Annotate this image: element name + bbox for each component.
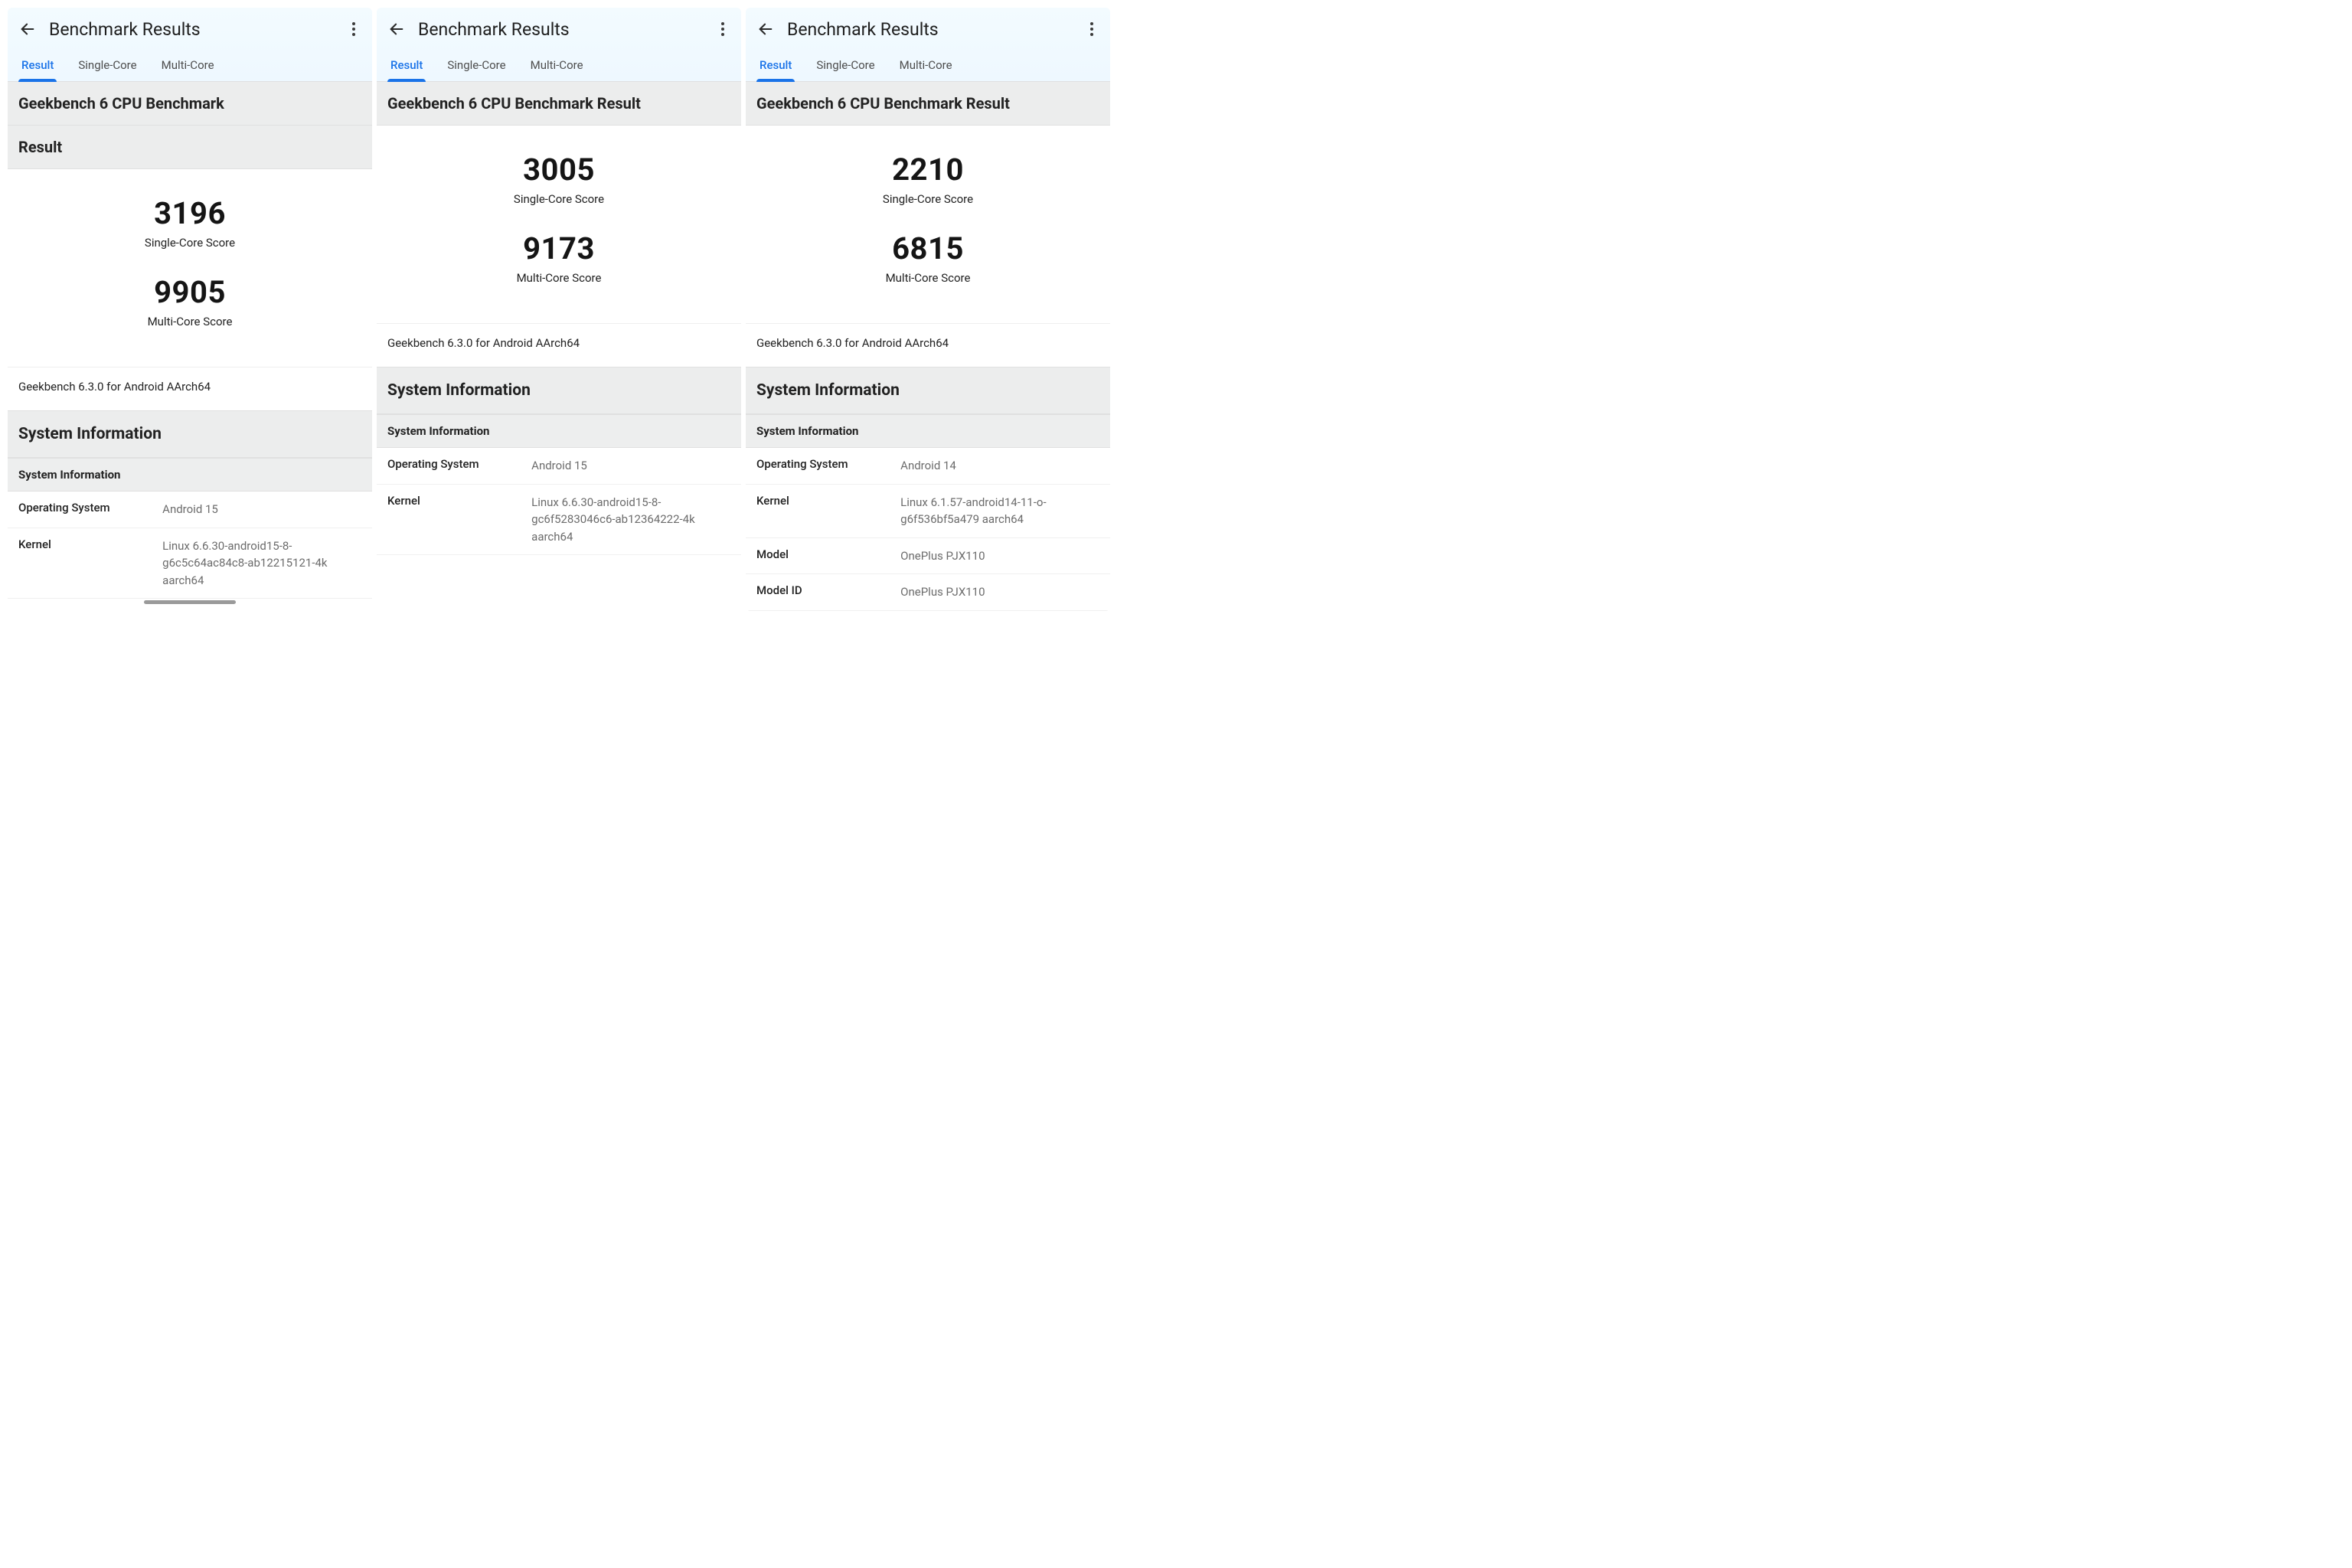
back-icon[interactable]	[17, 18, 38, 40]
kernel-label: Kernel	[387, 494, 531, 546]
system-info-subheading: System Information	[8, 458, 372, 492]
version-text: Geekbench 6.3.0 for Android AArch64	[8, 367, 372, 410]
page-title: Benchmark Results	[418, 19, 703, 40]
page-title: Benchmark Results	[49, 19, 334, 40]
kernel-value: Linux 6.6.30-android15-8-gc6f5283046c6-a…	[531, 494, 730, 546]
single-core-block: 2210 Single-Core Score	[746, 152, 1110, 206]
tab-multi-core[interactable]: Multi-Core	[897, 54, 956, 81]
kernel-label: Kernel	[18, 537, 162, 590]
tab-result[interactable]: Result	[756, 54, 795, 81]
tab-single-core[interactable]: Single-Core	[813, 54, 877, 81]
score-area: 3196 Single-Core Score 9905 Multi-Core S…	[8, 169, 372, 367]
benchmark-heading: Geekbench 6 CPU Benchmark Result	[377, 81, 741, 126]
model-id-label: Model ID	[756, 583, 900, 601]
system-info-heading: System Information	[8, 410, 372, 458]
os-value: Android 14	[900, 457, 1099, 475]
tab-result[interactable]: Result	[387, 54, 426, 81]
overflow-menu-icon[interactable]	[714, 20, 732, 38]
title-bar: Benchmark Results	[17, 18, 363, 54]
score-area: 3005 Single-Core Score 9173 Multi-Core S…	[377, 126, 741, 323]
kernel-label: Kernel	[756, 494, 900, 528]
single-core-label: Single-Core Score	[746, 192, 1110, 206]
single-core-value: 3196	[8, 195, 372, 231]
model-id-value: OnePlus PJX110	[900, 583, 1099, 601]
tabs: Result Single-Core Multi-Core	[755, 54, 1101, 81]
single-core-block: 3196 Single-Core Score	[8, 195, 372, 250]
benchmark-panel: Benchmark Results Result Single-Core Mul…	[8, 8, 372, 611]
table-row: Kernel Linux 6.6.30-android15-8-g6c5c64a…	[8, 528, 372, 599]
table-row: Operating System Android 15	[377, 448, 741, 485]
os-label: Operating System	[756, 457, 900, 475]
top-bar: Benchmark Results Result Single-Core Mul…	[746, 8, 1110, 81]
back-icon[interactable]	[755, 18, 776, 40]
multi-core-value: 9905	[8, 274, 372, 310]
system-info-heading: System Information	[746, 367, 1110, 414]
tab-multi-core[interactable]: Multi-Core	[528, 54, 586, 81]
tab-multi-core[interactable]: Multi-Core	[158, 54, 217, 81]
tabs: Result Single-Core Multi-Core	[386, 54, 732, 81]
os-label: Operating System	[18, 501, 162, 518]
table-row: Kernel Linux 6.1.57-android14-11-o-g6f53…	[746, 485, 1110, 538]
system-info-heading: System Information	[377, 367, 741, 414]
benchmark-heading: Geekbench 6 CPU Benchmark	[8, 81, 372, 126]
system-info-subheading: System Information	[746, 414, 1110, 448]
benchmark-panel: Benchmark Results Result Single-Core Mul…	[746, 8, 1110, 611]
title-bar: Benchmark Results	[386, 18, 732, 54]
multi-core-value: 9173	[377, 230, 741, 266]
table-row: Model ID OnePlus PJX110	[746, 574, 1110, 611]
single-core-label: Single-Core Score	[8, 236, 372, 250]
table-row: Operating System Android 15	[8, 492, 372, 528]
single-core-label: Single-Core Score	[377, 192, 741, 206]
kernel-value: Linux 6.6.30-android15-8-g6c5c64ac84c8-a…	[162, 537, 361, 590]
tab-single-core[interactable]: Single-Core	[75, 54, 139, 81]
tab-result[interactable]: Result	[18, 54, 57, 81]
model-value: OnePlus PJX110	[900, 547, 1099, 565]
kernel-value: Linux 6.1.57-android14-11-o-g6f536bf5a47…	[900, 494, 1099, 528]
benchmark-heading: Geekbench 6 CPU Benchmark Result	[746, 81, 1110, 126]
multi-core-value: 6815	[746, 230, 1110, 266]
multi-core-label: Multi-Core Score	[746, 271, 1110, 285]
table-row: Kernel Linux 6.6.30-android15-8-gc6f5283…	[377, 485, 741, 556]
score-area: 2210 Single-Core Score 6815 Multi-Core S…	[746, 126, 1110, 323]
version-text: Geekbench 6.3.0 for Android AArch64	[377, 323, 741, 367]
table-row: Model OnePlus PJX110	[746, 538, 1110, 575]
tab-single-core[interactable]: Single-Core	[444, 54, 508, 81]
overflow-menu-icon[interactable]	[345, 20, 363, 38]
system-info-subheading: System Information	[377, 414, 741, 448]
os-label: Operating System	[387, 457, 531, 475]
page-title: Benchmark Results	[787, 19, 1072, 40]
version-text: Geekbench 6.3.0 for Android AArch64	[746, 323, 1110, 367]
overflow-menu-icon[interactable]	[1083, 20, 1101, 38]
top-bar: Benchmark Results Result Single-Core Mul…	[8, 8, 372, 81]
multi-core-block: 9905 Multi-Core Score	[8, 274, 372, 328]
multi-core-block: 9173 Multi-Core Score	[377, 230, 741, 285]
multi-core-block: 6815 Multi-Core Score	[746, 230, 1110, 285]
scroll-indicator	[144, 600, 236, 604]
single-core-block: 3005 Single-Core Score	[377, 152, 741, 206]
model-label: Model	[756, 547, 900, 565]
benchmark-heading-2: Result	[8, 126, 372, 169]
os-value: Android 15	[531, 457, 730, 475]
single-core-value: 3005	[377, 152, 741, 188]
multi-core-label: Multi-Core Score	[377, 271, 741, 285]
title-bar: Benchmark Results	[755, 18, 1101, 54]
os-value: Android 15	[162, 501, 361, 518]
benchmark-panel: Benchmark Results Result Single-Core Mul…	[377, 8, 741, 611]
single-core-value: 2210	[746, 152, 1110, 188]
top-bar: Benchmark Results Result Single-Core Mul…	[377, 8, 741, 81]
back-icon[interactable]	[386, 18, 407, 40]
table-row: Operating System Android 14	[746, 448, 1110, 485]
multi-core-label: Multi-Core Score	[8, 315, 372, 328]
tabs: Result Single-Core Multi-Core	[17, 54, 363, 81]
